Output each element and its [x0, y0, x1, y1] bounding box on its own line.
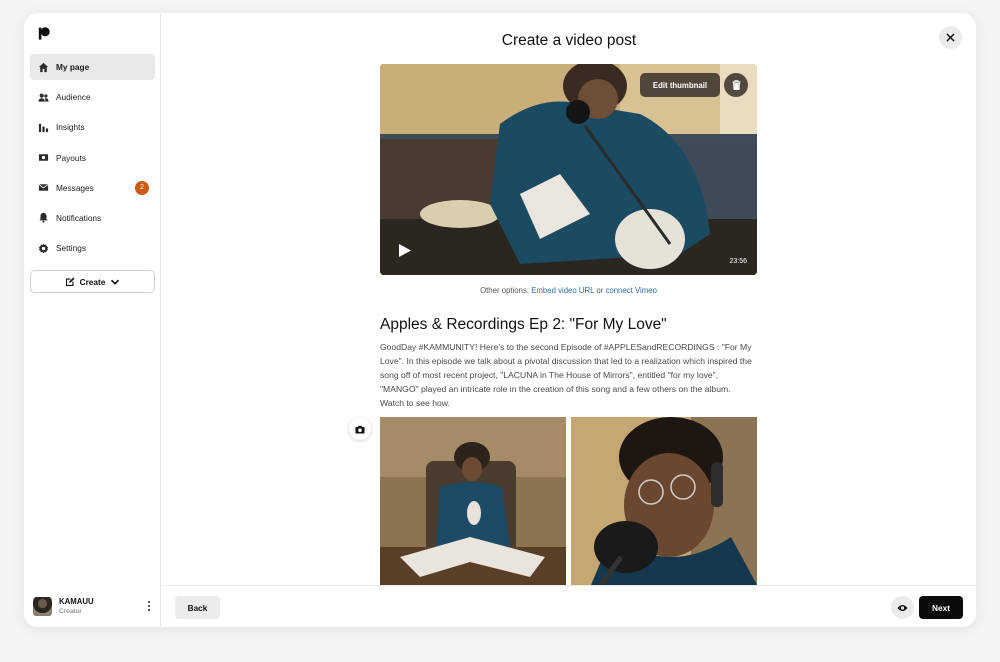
bar-chart-icon: [37, 121, 49, 133]
connect-vimeo-link[interactable]: connect Vimeo: [605, 286, 656, 295]
play-icon[interactable]: [398, 243, 412, 258]
sidebar-item-audience[interactable]: Audience: [30, 84, 155, 110]
post-image-2: [571, 417, 757, 585]
other-options: Other options: Embed video URL or connec…: [380, 286, 757, 295]
embed-video-url-link[interactable]: Embed video URL: [531, 286, 594, 295]
profile-name: KAMAUU: [59, 597, 94, 606]
main-content: Create a video post Edit thumbnail 23:56…: [162, 13, 976, 627]
chevron-down-icon: [111, 279, 120, 285]
sidebar-item-notifications[interactable]: Notifications: [30, 205, 155, 231]
close-button[interactable]: [939, 26, 962, 49]
sidebar-item-my-page[interactable]: My page: [30, 54, 155, 80]
sidebar-item-settings[interactable]: Settings: [30, 235, 155, 261]
sidebar-item-label: Messages: [56, 182, 94, 193]
profile-card[interactable]: KAMAUU Creator: [33, 595, 155, 617]
home-icon: [37, 61, 49, 73]
people-icon: [37, 91, 49, 103]
sidebar-item-insights[interactable]: Insights: [30, 114, 155, 140]
close-icon: [946, 33, 955, 42]
patreon-logo[interactable]: [38, 27, 50, 40]
sidebar-nav: My page Audience Insights Payouts Messag…: [30, 54, 155, 265]
sidebar-item-label: My page: [56, 62, 90, 72]
edit-thumbnail-button[interactable]: Edit thumbnail: [640, 73, 720, 97]
create-button[interactable]: Create: [30, 270, 155, 293]
sidebar-item-messages[interactable]: Messages 2: [30, 175, 155, 201]
post-image[interactable]: [380, 417, 566, 585]
footer-bar: Back Next: [162, 585, 976, 627]
back-button[interactable]: Back: [175, 596, 220, 619]
post-image-1: [380, 417, 566, 585]
other-options-prefix: Other options:: [480, 286, 530, 295]
post-body-field[interactable]: GoodDay #KAMMUNITY! Here's to the second…: [380, 340, 755, 410]
post-title-field[interactable]: Apples & Recordings Ep 2: "For My Love": [380, 316, 667, 334]
sidebar-item-payouts[interactable]: Payouts: [30, 145, 155, 171]
sidebar-item-label: Insights: [56, 122, 85, 133]
camera-icon: [355, 425, 365, 433]
other-options-or: or: [596, 286, 604, 295]
sidebar-item-label: Payouts: [56, 152, 86, 163]
avatar[interactable]: [33, 596, 52, 616]
delete-video-button[interactable]: [724, 73, 748, 97]
preview-button[interactable]: [891, 596, 914, 619]
money-icon: [37, 152, 49, 164]
post-image[interactable]: [571, 417, 757, 585]
trash-icon: [732, 80, 740, 90]
app-window: My page Audience Insights Payouts Messag…: [24, 13, 976, 627]
more-options-icon[interactable]: [145, 599, 153, 613]
sidebar-item-label: Settings: [56, 243, 86, 254]
profile-info: KAMAUU Creator: [59, 597, 94, 615]
create-button-label: Create: [79, 276, 106, 287]
video-duration: 23:56: [729, 258, 747, 265]
bell-icon: [37, 212, 49, 224]
edit-icon: [65, 277, 75, 286]
page-title: Create a video post: [501, 32, 637, 49]
eye-icon: [897, 604, 908, 611]
profile-role: Creator: [59, 608, 82, 615]
add-image-button[interactable]: [349, 418, 371, 440]
messages-count-badge: 2: [135, 180, 149, 195]
next-button[interactable]: Next: [919, 596, 963, 619]
gear-icon: [37, 242, 49, 254]
mail-icon: [37, 182, 49, 194]
sidebar-item-label: Audience: [56, 92, 91, 103]
sidebar-item-label: Notifications: [56, 212, 102, 223]
video-player[interactable]: Edit thumbnail 23:56: [380, 64, 757, 275]
sidebar: My page Audience Insights Payouts Messag…: [24, 13, 161, 627]
